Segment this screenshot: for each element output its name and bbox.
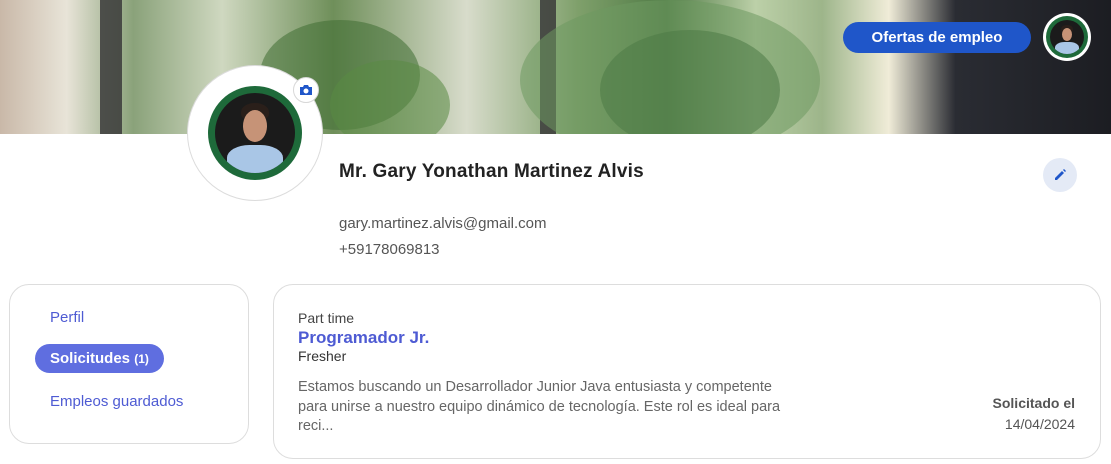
sidebar-item-label: Perfil (50, 309, 85, 326)
profile-name: Mr. Gary Yonathan Martinez Alvis (339, 161, 644, 182)
sidebar-item-label: Solicitudes (50, 350, 131, 367)
window-frame (100, 0, 122, 134)
applied-date: 14/04/2024 (1004, 416, 1075, 432)
profile-phone: +59178069813 (339, 241, 440, 258)
sidebar-item-profile[interactable]: Perfil (35, 303, 99, 332)
profile-email: gary.martinez.alvis@gmail.com (339, 215, 547, 232)
application-card[interactable]: Part time Programador Jr. Fresher Estamo… (273, 284, 1101, 459)
applied-label: Solicitado el (992, 395, 1075, 411)
cover-banner (0, 0, 1111, 134)
job-level: Fresher (298, 348, 347, 364)
sidebar-item-label: Empleos guardados (50, 393, 184, 410)
profile-sidebar: Perfil Solicitudes (1) Empleos guardados (9, 284, 249, 444)
sidebar-item-saved-jobs[interactable]: Empleos guardados (35, 387, 198, 416)
avatar (1046, 16, 1088, 58)
user-avatar-icon[interactable] (1043, 13, 1091, 61)
job-type: Part time (298, 310, 355, 326)
job-description: Estamos buscando un Desarrollador Junior… (298, 379, 781, 434)
avatar (208, 86, 302, 180)
pencil-icon (1055, 169, 1066, 180)
applications-count-badge: (1) (134, 352, 149, 366)
job-title[interactable]: Programador Jr. (298, 328, 429, 348)
edit-profile-button[interactable] (1043, 158, 1077, 192)
camera-icon[interactable] (293, 77, 319, 103)
sidebar-item-applications[interactable]: Solicitudes (1) (35, 344, 164, 373)
job-offers-button[interactable]: Ofertas de empleo (843, 22, 1031, 53)
